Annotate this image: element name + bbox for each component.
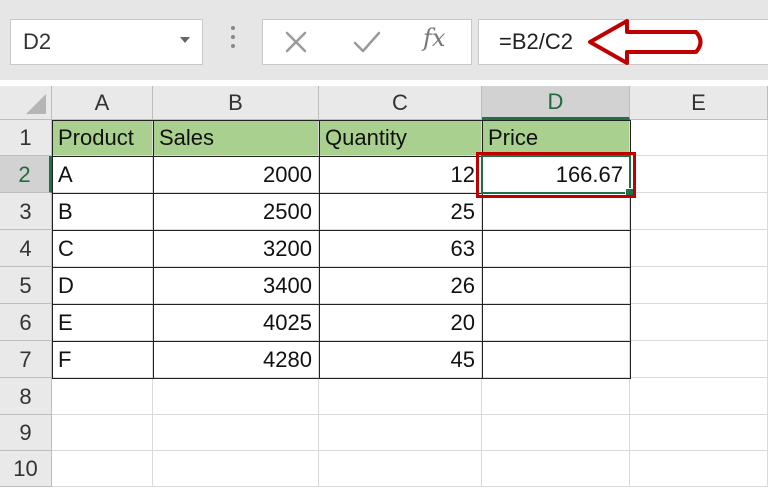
cell-d8[interactable]: [482, 378, 630, 415]
cell-e10[interactable]: [630, 451, 768, 487]
cell-b7[interactable]: 4280: [153, 341, 319, 378]
cell-d2[interactable]: 166.67: [482, 156, 630, 193]
row-header-2[interactable]: 2: [0, 156, 52, 193]
formula-buttons: fx: [262, 19, 472, 65]
x-icon[interactable]: [285, 31, 307, 53]
column-header-d[interactable]: D: [482, 86, 630, 120]
cell-a7[interactable]: F: [52, 341, 153, 378]
cell-d1[interactable]: Price: [482, 120, 630, 156]
cell-b6[interactable]: 4025: [153, 304, 319, 341]
cell-c10[interactable]: [319, 451, 482, 487]
cell-a3[interactable]: B: [52, 193, 153, 230]
cell-e2[interactable]: [630, 156, 768, 193]
spreadsheet-grid: A B C D E 1 Product Sales Quantity Price 2 A 2000 12 1…: [0, 86, 768, 497]
cell-a9[interactable]: [52, 415, 153, 451]
cell-d10[interactable]: [482, 451, 630, 487]
name-box-value: D2: [23, 29, 52, 54]
insert-function-button[interactable]: fx: [423, 24, 445, 52]
cell-b8[interactable]: [153, 378, 319, 415]
cell-b4[interactable]: 3200: [153, 230, 319, 267]
cell-d5[interactable]: [482, 267, 630, 304]
cell-c7[interactable]: 45: [319, 341, 482, 378]
arrow-annotation-icon: [588, 19, 703, 65]
select-all-button[interactable]: [0, 86, 52, 120]
cell-e1[interactable]: [630, 120, 768, 156]
cell-d3[interactable]: [482, 193, 630, 230]
formula-bar-area: D2 fx =B2/C2: [0, 0, 768, 80]
cell-e6[interactable]: [630, 304, 768, 341]
cell-c4[interactable]: 63: [319, 230, 482, 267]
cell-a4[interactable]: C: [52, 230, 153, 267]
cell-e9[interactable]: [630, 415, 768, 451]
drag-handle-icon[interactable]: [230, 26, 236, 56]
cell-c2[interactable]: 12: [319, 156, 482, 193]
column-header-e[interactable]: E: [630, 86, 768, 120]
check-icon[interactable]: [353, 31, 381, 53]
cell-c1[interactable]: Quantity: [319, 120, 482, 156]
chevron-down-icon[interactable]: [180, 37, 190, 43]
cell-c6[interactable]: 20: [319, 304, 482, 341]
cell-d6[interactable]: [482, 304, 630, 341]
row-header-7[interactable]: 7: [0, 341, 52, 378]
column-header-b[interactable]: B: [153, 86, 319, 120]
cell-a6[interactable]: E: [52, 304, 153, 341]
cell-b1[interactable]: Sales: [153, 120, 319, 156]
column-header-c[interactable]: C: [319, 86, 482, 120]
cell-b3[interactable]: 2500: [153, 193, 319, 230]
cell-c9[interactable]: [319, 415, 482, 451]
cell-a8[interactable]: [52, 378, 153, 415]
cell-e3[interactable]: [630, 193, 768, 230]
cell-a2[interactable]: A: [52, 156, 153, 193]
cell-a1[interactable]: Product: [52, 120, 153, 156]
row-header-6[interactable]: 6: [0, 304, 52, 341]
row-header-5[interactable]: 5: [0, 267, 52, 304]
formula-text: =B2/C2: [499, 29, 573, 54]
cell-b9[interactable]: [153, 415, 319, 451]
cell-a10[interactable]: [52, 451, 153, 487]
cell-d9[interactable]: [482, 415, 630, 451]
cell-c5[interactable]: 26: [319, 267, 482, 304]
row-header-8[interactable]: 8: [0, 378, 52, 415]
cell-b10[interactable]: [153, 451, 319, 487]
cell-e5[interactable]: [630, 267, 768, 304]
cell-b5[interactable]: 3400: [153, 267, 319, 304]
row-header-4[interactable]: 4: [0, 230, 52, 267]
cell-c8[interactable]: [319, 378, 482, 415]
cell-a5[interactable]: D: [52, 267, 153, 304]
row-header-10[interactable]: 10: [0, 451, 52, 487]
name-box[interactable]: D2: [10, 19, 203, 65]
cell-d4[interactable]: [482, 230, 630, 267]
column-header-a[interactable]: A: [52, 86, 153, 120]
row-header-3[interactable]: 3: [0, 193, 52, 230]
cell-e4[interactable]: [630, 230, 768, 267]
row-header-9[interactable]: 9: [0, 415, 52, 451]
cell-e7[interactable]: [630, 341, 768, 378]
row-header-1[interactable]: 1: [0, 120, 52, 156]
cell-b2[interactable]: 2000: [153, 156, 319, 193]
cell-c3[interactable]: 25: [319, 193, 482, 230]
cell-e8[interactable]: [630, 378, 768, 415]
cell-d7[interactable]: [482, 341, 630, 378]
